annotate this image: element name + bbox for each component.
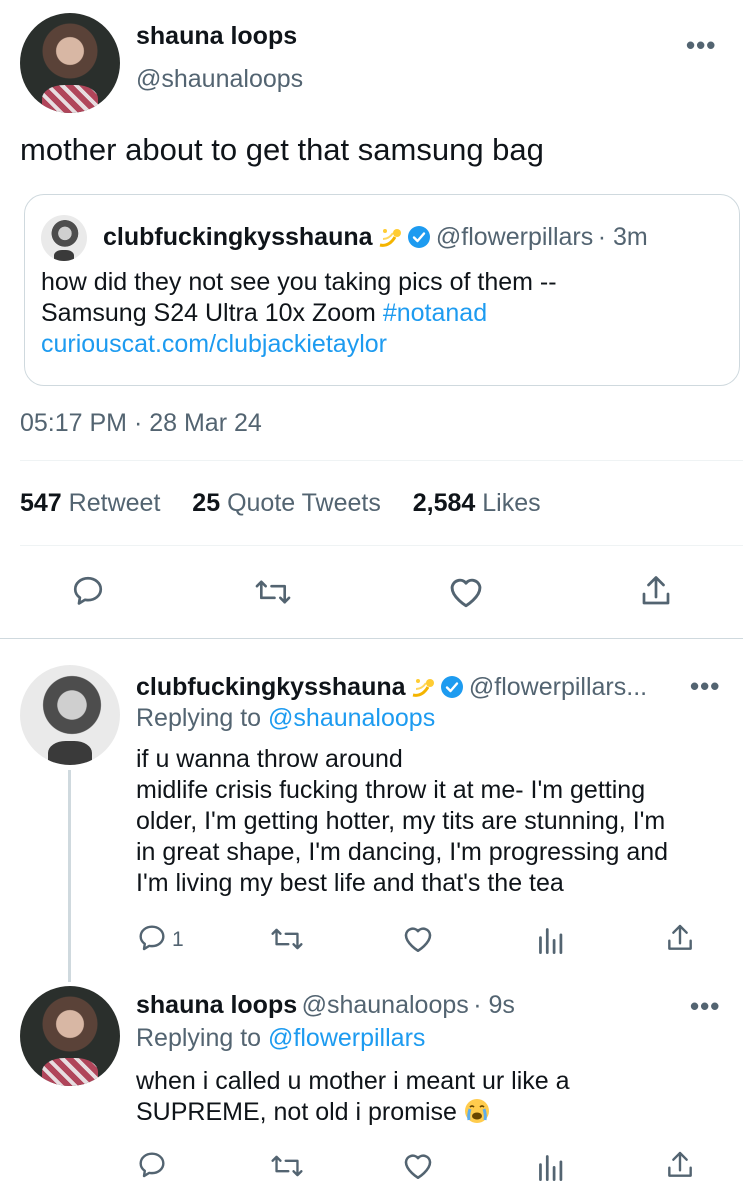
quote-count: 25 bbox=[192, 489, 221, 517]
likes-stat[interactable]: 2,584 Likes bbox=[413, 489, 541, 517]
thread-line bbox=[68, 770, 71, 982]
quoted-line-1: how did they not see you taking pics of … bbox=[41, 268, 557, 296]
tweet-timestamp: 05:17 PM · 28 Mar 24 bbox=[20, 409, 262, 437]
replying-to-label: Replying to bbox=[136, 704, 262, 732]
reply-author-handle[interactable]: @flowerpillars... bbox=[469, 673, 647, 701]
retweet-icon[interactable] bbox=[254, 575, 292, 609]
reply-text-line: midlife crisis fucking throw it at me- I… bbox=[136, 776, 646, 804]
reply-text-line: when i called u mother i meant ur like a bbox=[136, 1067, 570, 1095]
like-icon[interactable] bbox=[401, 1149, 435, 1181]
reply-2-header: shauna loops @shaunaloops · 9s bbox=[136, 991, 515, 1020]
like-icon[interactable] bbox=[446, 573, 486, 609]
share-icon[interactable] bbox=[664, 921, 696, 955]
hashtag-link[interactable]: #notanad bbox=[383, 299, 487, 327]
quoted-author-avatar bbox=[41, 215, 87, 261]
retweet-label: Retweet bbox=[68, 489, 161, 517]
tweet-text: mother about to get that samsung bag bbox=[20, 132, 544, 167]
reply-1-text: if u wanna throw around midlife crisis f… bbox=[136, 744, 736, 899]
reply-author-name[interactable]: shauna loops bbox=[136, 991, 297, 1019]
reply-author-handle[interactable]: @shaunaloops bbox=[302, 991, 469, 1019]
reply-author-avatar[interactable] bbox=[20, 986, 120, 1086]
quoted-author-name: clubfuckingkysshauna bbox=[103, 223, 373, 251]
retweet-stat[interactable]: 547 Retweet bbox=[20, 489, 160, 517]
likes-count: 2,584 bbox=[412, 489, 476, 517]
quoted-author-handle: @flowerpillars bbox=[435, 223, 594, 251]
reply-author-avatar[interactable] bbox=[20, 665, 120, 765]
reply-icon[interactable] bbox=[136, 922, 168, 954]
engagement-stats: 547 Retweet 25 Quote Tweets 2,584 Likes bbox=[20, 489, 541, 518]
analytics-icon[interactable] bbox=[536, 1151, 564, 1181]
more-options-icon[interactable]: ••• bbox=[686, 30, 716, 61]
quote-label: Quote Tweets bbox=[227, 489, 381, 517]
reply-1-header: clubfuckingkysshauna @flowerpillars... bbox=[136, 673, 647, 702]
reply-text-line: older, I'm getting hotter, my tits are s… bbox=[136, 807, 666, 835]
quoted-time: · 3m bbox=[597, 223, 648, 251]
replying-to: Replying to @flowerpillars bbox=[136, 1024, 425, 1053]
verified-badge-icon bbox=[440, 675, 464, 699]
reply-text-line: in great shape, I'm dancing, I'm progres… bbox=[136, 838, 669, 866]
retweet-count: 547 bbox=[20, 489, 62, 517]
dizzy-emoji-icon bbox=[377, 225, 403, 249]
reply-2-text: when i called u mother i meant ur like a… bbox=[136, 1066, 736, 1128]
retweet-icon[interactable] bbox=[270, 1151, 304, 1181]
more-options-icon[interactable]: ••• bbox=[690, 671, 720, 702]
verified-badge-icon bbox=[407, 225, 431, 249]
replying-to: Replying to @shaunaloops bbox=[136, 704, 435, 733]
retweet-icon[interactable] bbox=[270, 924, 304, 954]
quoted-url-link[interactable]: curiouscat.com/clubjackietaylor bbox=[41, 329, 731, 360]
divider bbox=[20, 545, 743, 546]
divider bbox=[0, 638, 743, 639]
share-icon[interactable] bbox=[638, 572, 674, 610]
crying-emoji-icon bbox=[464, 1098, 490, 1124]
analytics-icon[interactable] bbox=[536, 924, 564, 954]
quoted-tweet-card[interactable]: clubfuckingkysshauna @flowerpillars · 3m… bbox=[24, 194, 740, 386]
reply-author-name[interactable]: clubfuckingkysshauna bbox=[136, 673, 406, 701]
share-icon[interactable] bbox=[664, 1148, 696, 1182]
author-handle[interactable]: @shaunaloops bbox=[136, 65, 303, 94]
reply-text-line-with-emoji: SUPREME, not old i promise bbox=[136, 1097, 736, 1128]
quoted-author-row: clubfuckingkysshauna @flowerpillars · 3m bbox=[103, 223, 648, 252]
quoted-line-2-text: Samsung S24 Ultra 10x Zoom bbox=[41, 299, 383, 327]
reply-text-line: SUPREME, not old i promise bbox=[136, 1098, 457, 1126]
author-avatar[interactable] bbox=[20, 13, 120, 113]
more-options-icon[interactable]: ••• bbox=[690, 991, 720, 1022]
reply-text-line: I'm living my best life and that's the t… bbox=[136, 869, 564, 897]
author-name[interactable]: shauna loops bbox=[136, 22, 297, 51]
like-icon[interactable] bbox=[401, 922, 435, 954]
replying-to-link[interactable]: @shaunaloops bbox=[268, 704, 435, 732]
quoted-text: how did they not see you taking pics of … bbox=[41, 267, 731, 360]
reply-icon[interactable] bbox=[136, 1149, 168, 1181]
divider bbox=[20, 460, 743, 461]
replying-to-link[interactable]: @flowerpillars bbox=[268, 1024, 425, 1052]
replying-to-label: Replying to bbox=[136, 1024, 262, 1052]
reply-icon[interactable] bbox=[70, 573, 106, 609]
reply-time: · 9s bbox=[473, 991, 515, 1019]
quoted-line-2: Samsung S24 Ultra 10x Zoom #notanad bbox=[41, 298, 731, 329]
quote-tweets-stat[interactable]: 25 Quote Tweets bbox=[192, 489, 381, 517]
likes-label: Likes bbox=[482, 489, 541, 517]
reply-text-line: if u wanna throw around bbox=[136, 745, 403, 773]
dizzy-emoji-icon bbox=[410, 675, 436, 699]
reply-count: 1 bbox=[172, 928, 184, 951]
